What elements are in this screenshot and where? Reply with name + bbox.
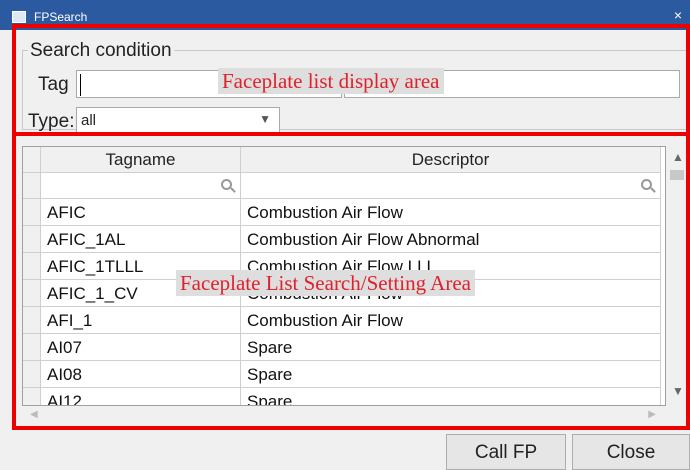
tagname-filter-input[interactable] bbox=[41, 173, 241, 199]
descriptor-filter-input[interactable] bbox=[241, 173, 661, 199]
scroll-down-icon[interactable]: ▼ bbox=[672, 384, 684, 398]
call-fp-button[interactable]: Call FP bbox=[446, 434, 566, 470]
type-selected-value: all bbox=[81, 112, 97, 129]
chevron-down-icon[interactable]: ▼ bbox=[259, 112, 271, 126]
type-select[interactable]: all ▼ bbox=[76, 107, 280, 133]
descriptor-cell[interactable]: Combustion Air Flow bbox=[241, 199, 661, 226]
row-header[interactable] bbox=[23, 280, 41, 307]
row-header[interactable] bbox=[23, 199, 41, 226]
horizontal-scrollbar[interactable]: ◀ ▶ bbox=[22, 406, 666, 424]
title-bar: FPSearch × bbox=[0, 0, 690, 30]
row-header[interactable] bbox=[23, 388, 41, 405]
tagname-cell[interactable]: AFI_1 bbox=[41, 307, 241, 334]
display-area-annotation: Faceplate list display area bbox=[218, 68, 444, 94]
window-title: FPSearch bbox=[34, 10, 88, 24]
descriptor-cell[interactable]: Combustion Air Flow bbox=[241, 307, 661, 334]
filter-row-header bbox=[23, 173, 41, 199]
tagname-cell[interactable]: AI12 bbox=[41, 388, 241, 405]
descriptor-cell[interactable]: Combustion Air Flow Abnormal bbox=[241, 226, 661, 253]
text-caret bbox=[80, 74, 81, 96]
descriptor-cell[interactable]: Spare bbox=[241, 334, 661, 361]
column-header-tagname[interactable]: Tagname bbox=[41, 147, 241, 173]
descriptor-cell[interactable]: Spare bbox=[241, 361, 661, 388]
scroll-up-icon[interactable]: ▲ bbox=[672, 150, 684, 164]
search-area-annotation: Faceplate List Search/Setting Area bbox=[176, 270, 475, 296]
column-header-descriptor[interactable]: Descriptor bbox=[241, 147, 661, 173]
tag-label: Tag bbox=[38, 74, 69, 95]
tagname-cell[interactable]: AFIC bbox=[41, 199, 241, 226]
close-button[interactable]: Close bbox=[572, 434, 690, 470]
search-condition-label: Search condition bbox=[28, 40, 174, 62]
type-label: Type: bbox=[28, 111, 75, 132]
row-header[interactable] bbox=[23, 307, 41, 334]
scroll-left-icon[interactable]: ◀ bbox=[30, 409, 38, 420]
tagname-cell[interactable]: AI07 bbox=[41, 334, 241, 361]
window-close-button[interactable]: × bbox=[674, 7, 682, 23]
row-header[interactable] bbox=[23, 334, 41, 361]
tagname-cell[interactable]: AI08 bbox=[41, 361, 241, 388]
row-header[interactable] bbox=[23, 253, 41, 280]
tagname-cell[interactable]: AFIC_1AL bbox=[41, 226, 241, 253]
search-icon bbox=[641, 179, 652, 190]
app-icon bbox=[12, 11, 26, 23]
vertical-scrollbar[interactable]: ▲ ▼ bbox=[666, 146, 690, 406]
row-header[interactable] bbox=[23, 226, 41, 253]
scroll-thumb[interactable] bbox=[670, 170, 684, 180]
corner-header bbox=[23, 147, 41, 173]
search-icon bbox=[221, 179, 232, 190]
scroll-right-icon[interactable]: ▶ bbox=[648, 409, 656, 420]
descriptor-cell[interactable]: Spare bbox=[241, 388, 661, 405]
row-header[interactable] bbox=[23, 361, 41, 388]
